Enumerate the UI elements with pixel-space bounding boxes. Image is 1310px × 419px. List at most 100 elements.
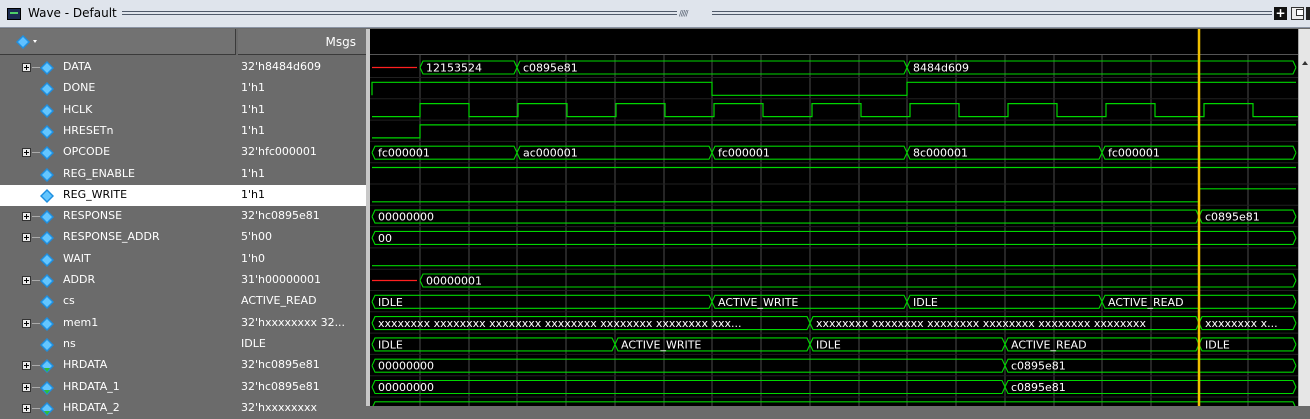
- value-row[interactable]: 1'h1: [238, 100, 366, 121]
- bus-value-label: ACTIVE_WRITE: [718, 296, 798, 309]
- value-row[interactable]: 32'hc0895e81: [238, 355, 366, 376]
- signal-row-mem1[interactable]: mem1: [0, 313, 238, 334]
- scroll-up-arrow-icon[interactable]: [1302, 61, 1308, 65]
- bus-value-label: 00000000: [378, 381, 434, 394]
- bit-waveform: [372, 124, 1296, 139]
- signal-row-data[interactable]: DATA: [0, 57, 238, 78]
- drag-grip[interactable]: /////: [679, 9, 709, 18]
- waveform-canvas[interactable]: 12153524 c0895e81 8484d609 fc000001 ac000001…: [370, 29, 1298, 406]
- value-row[interactable]: 1'h1: [238, 121, 366, 142]
- value-row[interactable]: 1'h0: [238, 249, 366, 270]
- bus-value-label: ACTIVE_READ: [1011, 338, 1087, 351]
- expand-icon[interactable]: [22, 382, 31, 392]
- tree-connector: [32, 280, 40, 281]
- value-row[interactable]: IDLE: [238, 334, 366, 355]
- signal-row-addr[interactable]: ADDR: [0, 270, 238, 291]
- signal-row-hrdata[interactable]: HRDATA: [0, 355, 238, 376]
- expand-icon[interactable]: [22, 63, 31, 72]
- tree-connector: [32, 386, 40, 388]
- signal-row-opcode[interactable]: OPCODE: [0, 142, 238, 163]
- signal-name: DATA: [63, 60, 92, 73]
- bus-value-label: fc000001: [718, 147, 770, 160]
- signal-name: REG_WRITE: [63, 187, 128, 201]
- bus-value-label: xxxxxxxx xxxxxxxx xxxxxxxx xxxxxxxx xxxx…: [816, 317, 1146, 330]
- signal-row-hresetn[interactable]: HRESETn: [0, 121, 238, 142]
- bus-value-label: IDLE: [913, 296, 938, 309]
- bus-value-label: 12153524: [426, 62, 482, 75]
- signal-row-done[interactable]: DONE: [0, 78, 238, 99]
- signal-value: 31'h00000001: [241, 273, 321, 286]
- bus-segment-bottom: [371, 216, 1200, 224]
- expand-icon[interactable]: [22, 233, 31, 243]
- zoom-in-button[interactable]: +: [1274, 7, 1287, 20]
- bus-segment-bottom: [371, 344, 616, 352]
- value-row[interactable]: ACTIVE_READ: [238, 291, 366, 312]
- expand-icon[interactable]: [22, 318, 31, 328]
- tree-connector: [32, 152, 40, 154]
- signal-name: ns: [63, 336, 76, 350]
- signal-row-hclk[interactable]: HCLK: [0, 100, 238, 121]
- signal-row-reg-enable[interactable]: REG_ENABLE: [0, 164, 238, 185]
- signal-row-cs[interactable]: cs: [0, 291, 238, 312]
- signal-value: 32'hc0895e81: [241, 209, 320, 223]
- signal-row-hrdata-1[interactable]: HRDATA_1: [0, 377, 238, 398]
- bus-value-label: IDLE: [378, 296, 403, 309]
- bus-segment-top: [371, 337, 616, 345]
- bus-value-label: xxxxxxxx xxxxxxxx xxxxxxxx xxxxxxxx xxxx…: [378, 317, 741, 330]
- bus-value-label: c0895e81: [1011, 381, 1066, 394]
- value-row[interactable]: 5'h00: [238, 227, 366, 248]
- signal-row-response-addr[interactable]: RESPONSE_ADDR: [0, 227, 238, 248]
- value-row[interactable]: 31'h00000001: [238, 270, 366, 291]
- bus-value-label: ACTIVE_READ: [1108, 296, 1184, 309]
- expand-icon[interactable]: [22, 361, 31, 371]
- wave-menu-icon[interactable]: [16, 35, 38, 49]
- value-row[interactable]: 32'hxxxxxxxx 32...: [238, 313, 366, 334]
- expand-icon[interactable]: [22, 148, 31, 158]
- bit-signal-icon: [40, 188, 54, 203]
- expand-icon[interactable]: [22, 403, 31, 413]
- value-row[interactable]: 32'hc0895e81: [238, 377, 366, 398]
- value-row[interactable]: 32'hfc000001: [238, 142, 366, 163]
- signal-row-response[interactable]: RESPONSE: [0, 206, 238, 227]
- bit-signal-icon: [40, 82, 54, 97]
- bus-value-label: 00000000: [378, 211, 434, 224]
- value-row[interactable]: 1'h1: [238, 164, 366, 185]
- waveform-pane[interactable]: 12153524 c0895e81 8484d609 fc000001 ac000001…: [370, 29, 1298, 406]
- signal-row-wait[interactable]: WAIT: [0, 249, 238, 270]
- signal-name: HRESETn: [63, 123, 114, 137]
- title-bar[interactable]: Wave - Default ///// +: [0, 0, 1310, 28]
- bus-value-label: c0895e81: [523, 62, 578, 75]
- expand-icon[interactable]: [22, 276, 31, 285]
- title-rule-left: [122, 11, 677, 15]
- tree-connector: [32, 322, 40, 324]
- signal-row-ns[interactable]: ns: [0, 334, 238, 355]
- value-row[interactable]: 1'h1: [238, 184, 366, 206]
- value-row[interactable]: 1'h1: [238, 78, 366, 99]
- vertical-scrollbar[interactable]: [1298, 29, 1310, 406]
- bus-value-label: c0895e81: [1011, 360, 1066, 373]
- signal-name: RESPONSE: [63, 209, 123, 223]
- bus-signal-icon: [40, 61, 54, 75]
- signal-value: 5'h00: [241, 230, 272, 244]
- signal-name: REG_ENABLE: [63, 166, 135, 180]
- bus-segment-top: [371, 209, 1200, 217]
- bus-value-label: 00000000: [378, 360, 434, 373]
- bus-segment-bottom: [371, 237, 1297, 245]
- signal-name: ADDR: [63, 273, 96, 286]
- signal-value: 1'h1: [241, 102, 265, 116]
- signal-value: 32'hc0895e81: [241, 358, 320, 372]
- close-button[interactable]: [1306, 7, 1310, 20]
- wave-app-icon: [7, 8, 21, 20]
- input-bus-signal-icon: [40, 401, 54, 416]
- bus-segment-top: [371, 379, 1006, 388]
- signal-name: HRDATA_1: [63, 379, 120, 393]
- value-row[interactable]: 32'hxxxxxxxx: [238, 398, 366, 419]
- signal-row-hrdata-2[interactable]: HRDATA_2: [0, 398, 238, 419]
- value-row[interactable]: 32'hc0895e81: [238, 206, 366, 227]
- bus-segment-top: [371, 294, 713, 303]
- value-row[interactable]: 32'h8484d609: [238, 57, 366, 78]
- signal-row-reg-write[interactable]: REG_WRITE: [0, 184, 238, 206]
- bus-signal-icon: [40, 274, 54, 288]
- expand-icon[interactable]: [22, 212, 31, 222]
- undock-button[interactable]: [1291, 7, 1304, 20]
